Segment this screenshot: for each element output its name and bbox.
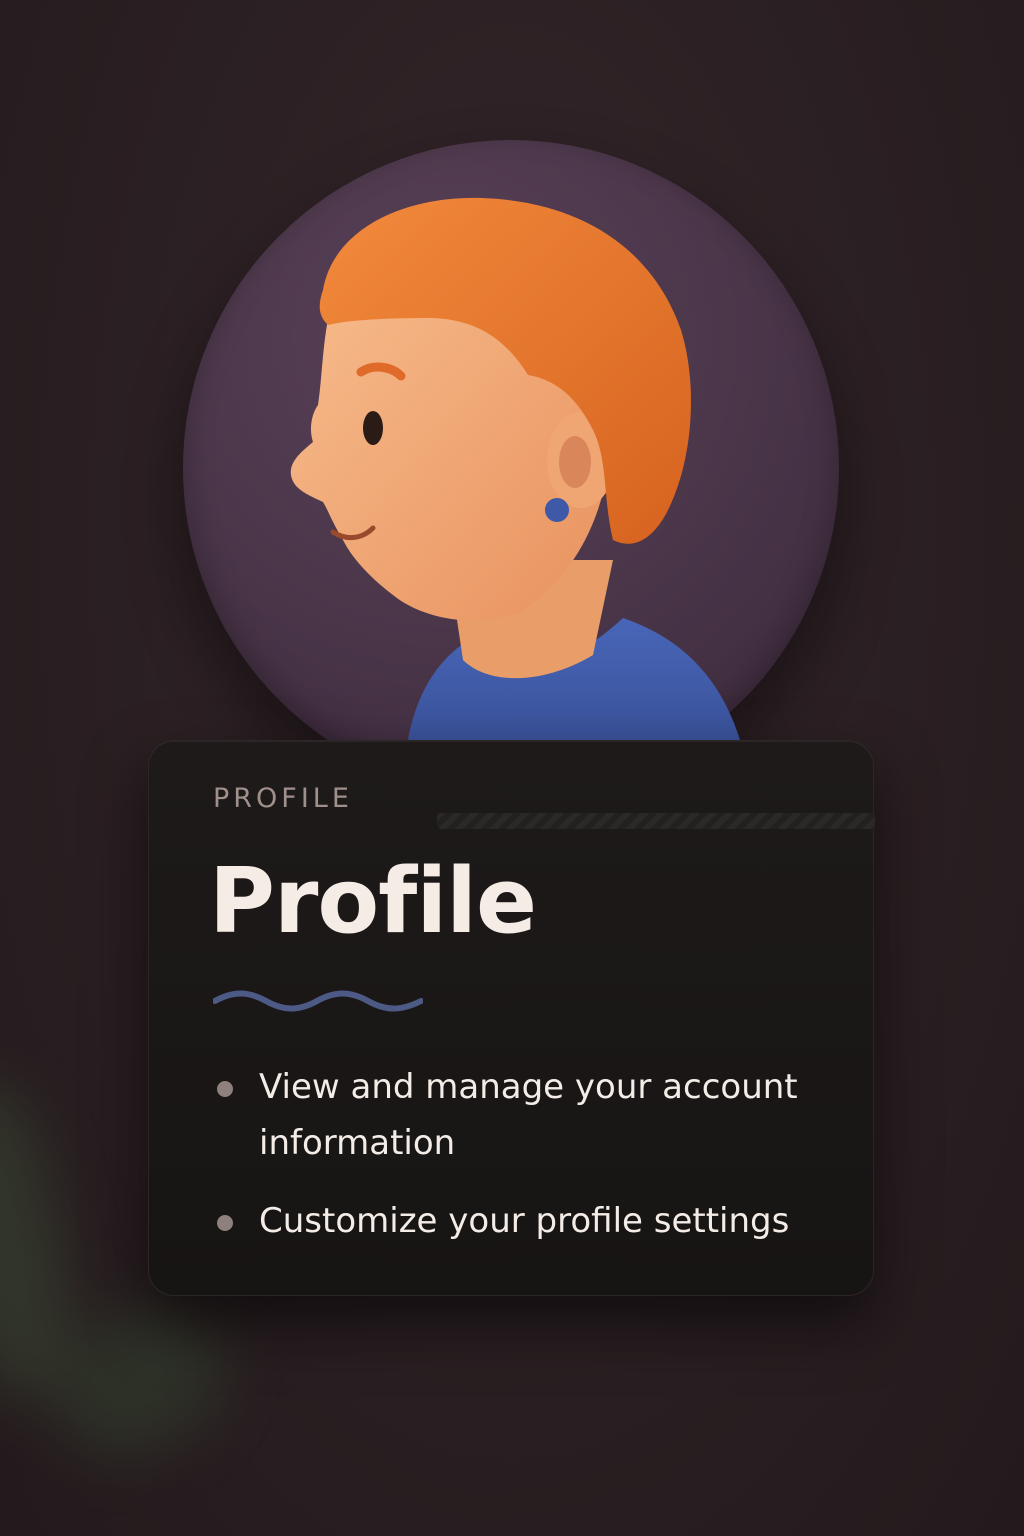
feature-list: View and manage your account information… xyxy=(213,1059,833,1271)
list-item-text: Customize your profile settings xyxy=(259,1201,790,1241)
profile-card: PROFILE Profile View and manage your acc… xyxy=(148,740,875,1296)
profile-screen: PROFILE Profile View and manage your acc… xyxy=(0,0,1024,1536)
bullet-dot-icon xyxy=(217,1081,233,1097)
list-item: View and manage your account information xyxy=(213,1059,833,1171)
card-eyebrow: PROFILE xyxy=(213,783,353,814)
card-header-stripe xyxy=(437,813,875,829)
list-item-text: View and manage your account information xyxy=(259,1067,798,1163)
avatar-person-icon xyxy=(290,197,740,740)
list-item: Customize your profile settings xyxy=(213,1193,833,1249)
page-title: Profile xyxy=(209,849,537,954)
bullet-dot-icon xyxy=(217,1215,233,1231)
wave-divider-icon xyxy=(213,990,423,1012)
profile-avatar xyxy=(183,140,839,796)
